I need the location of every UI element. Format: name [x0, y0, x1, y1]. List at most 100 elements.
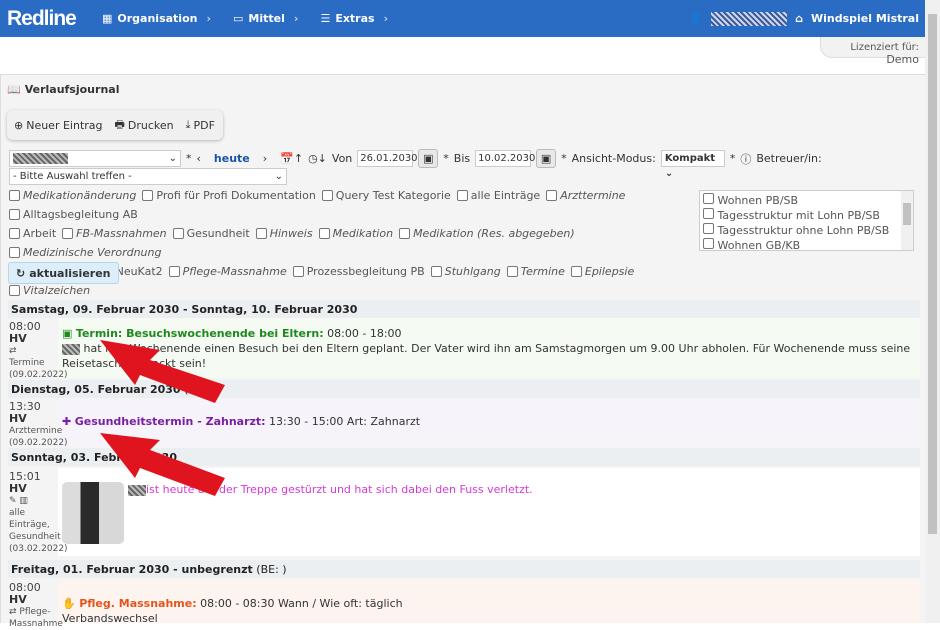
checkbox[interactable]	[318, 228, 330, 239]
category-checkbox[interactable]: Vitalzeichen	[9, 282, 90, 299]
category-checkbox[interactable]: Epilepsie	[570, 263, 634, 280]
refresh-icon: ↻	[16, 266, 26, 280]
page-title: 📖 Verlaufsjournal	[7, 83, 120, 96]
next-button[interactable]: ›	[263, 152, 267, 165]
category-checkbox[interactable]: Pflege-Massnahme	[168, 263, 287, 280]
plus-circle-icon: ⊕	[14, 118, 24, 132]
checkbox[interactable]	[570, 266, 582, 277]
new-entry-button[interactable]: ⊕ Neuer Eintrag	[14, 119, 103, 132]
user-icon: 👤	[689, 12, 704, 25]
checkbox[interactable]	[9, 247, 20, 258]
to-date-input[interactable]: 10.02.2030	[475, 150, 535, 167]
checkbox[interactable]	[9, 285, 20, 296]
day-header: Samstag, 09. Februar 2030 - Sonntag, 10.…	[8, 300, 920, 318]
building-icon: ▦	[102, 12, 113, 25]
pdf-button[interactable]: ⤓ PDF	[186, 118, 215, 132]
checkbox[interactable]	[172, 228, 184, 239]
group-option[interactable]: Tagesstruktur mit Lohn PB/SB	[703, 208, 910, 223]
checkbox[interactable]	[9, 190, 20, 201]
today-button[interactable]: heute	[214, 152, 250, 165]
checkbox[interactable]	[9, 228, 20, 239]
checkbox[interactable]	[9, 209, 20, 220]
checkbox[interactable]	[292, 266, 304, 277]
category-checkbox[interactable]: Arbeit	[9, 225, 56, 242]
checkbox[interactable]	[255, 228, 267, 239]
category-checkbox[interactable]: Alltagsbegleitung AB	[9, 206, 138, 223]
page-scrollbar[interactable]	[925, 0, 940, 623]
calendar-sort-icon[interactable]: 📅↑	[280, 152, 303, 165]
category-checkbox[interactable]: FB-Massnahmen	[62, 225, 167, 242]
journal-entry[interactable]: 13:30 HV Arzttermine (09.02.2022) ✚ Gesund…	[8, 398, 920, 448]
checkbox[interactable]	[62, 228, 74, 239]
injury-photo[interactable]	[62, 482, 124, 544]
calendar-icon: ▣	[423, 152, 434, 165]
nav-extras[interactable]: ☰ Extras ›	[320, 12, 388, 25]
redline-logo[interactable]: Redline	[7, 7, 102, 31]
category-checkbox[interactable]: Hinweis	[255, 225, 313, 242]
category-checkbox[interactable]: Prozessbegleitung PB	[292, 263, 425, 280]
from-label: Von	[331, 152, 353, 165]
journal-entry[interactable]: 08:00 HV ⇄ Pflege-Massnahme ✋ Pfleg. Mass…	[8, 579, 920, 629]
from-calendar-button[interactable]: ▣	[418, 149, 439, 168]
client-select[interactable]: ⌄	[9, 150, 181, 167]
chevron-right-icon: ›	[383, 12, 389, 25]
to-calendar-button[interactable]: ▣	[536, 149, 557, 168]
journal-entry[interactable]: 08:00 HV ⇄ Termine (09.02.2022) ▣ Termin: B…	[8, 318, 920, 380]
home-link[interactable]: Windspiel Mistral	[811, 12, 919, 25]
menu-icon: ☰	[320, 12, 331, 25]
medical-bag-icon: ✚	[62, 415, 72, 428]
top-navbar: Redline ▦ Organisation › ▭ Mittel › ☰ Extras ›…	[0, 0, 925, 37]
user-name-redacted[interactable]	[711, 11, 788, 26]
nav-label: Extras	[335, 12, 375, 25]
checkbox[interactable]	[506, 266, 518, 277]
nav-organisation[interactable]: ▦ Organisation ›	[102, 12, 211, 25]
from-date-input[interactable]: 26.01.2030	[357, 150, 418, 167]
category-checkbox[interactable]: Query Test Kategorie	[321, 187, 451, 204]
journal-icon: 📖	[7, 83, 21, 96]
checkbox[interactable]	[168, 266, 180, 277]
category-checkbox[interactable]: Stuhlgang	[430, 263, 501, 280]
prev-button[interactable]: ‹	[197, 152, 201, 165]
journal-entry[interactable]: 15:01 HV ✎ ▥ alle Einträge, Gesundheit (03.…	[8, 468, 920, 556]
checkbox[interactable]	[546, 190, 558, 201]
category-checkbox[interactable]: Gesundheit	[172, 225, 250, 242]
clock-sort-icon[interactable]: ◷↓	[308, 152, 327, 165]
day-header: Freitag, 01. Februar 2030 - unbegrenzt (…	[8, 560, 920, 578]
mode-select[interactable]: Kompakt ⌄	[660, 150, 725, 179]
edit-icon[interactable]: ✎	[9, 496, 17, 506]
day-header: Dienstag, 05. Februar 2030 (BE: )	[8, 380, 920, 398]
category-checkbox[interactable]: Profi für Profi Dokumentation	[142, 187, 316, 204]
to-label: Bis	[453, 152, 471, 165]
mode-label: Ansicht-Modus:	[571, 152, 656, 165]
category-checkbox[interactable]: Medizinische Verordnung	[9, 244, 161, 261]
checkbox[interactable]	[399, 228, 411, 239]
group-option[interactable]: Wohnen GB/KB	[703, 238, 910, 250]
download-icon: ⤓	[185, 118, 191, 131]
category-checkbox[interactable]: Arzttermine	[546, 187, 625, 204]
day-header: Sonntag, 03. Februar 2030	[8, 448, 920, 466]
checkbox[interactable]	[321, 190, 333, 201]
calendar-icon: ▣	[62, 327, 73, 340]
selection-select[interactable]: - Bitte Auswahl treffen - ⌄	[9, 168, 287, 185]
license-value: Demo	[886, 53, 919, 66]
group-listbox[interactable]: Wohnen PB/SB Tagesstruktur mit Lohn PB/S…	[699, 190, 914, 251]
refresh-button[interactable]: ↻ aktualisieren	[8, 262, 119, 284]
checkbox[interactable]	[430, 266, 442, 277]
group-option[interactable]: Tagesstruktur ohne Lohn PB/SB	[703, 223, 910, 238]
category-checkbox[interactable]: alle Einträge	[456, 187, 540, 204]
chart-icon[interactable]: ▥	[19, 496, 28, 506]
category-checkbox[interactable]: Termine	[506, 263, 565, 280]
help-icon[interactable]: ⓘ	[740, 151, 751, 167]
category-checkbox[interactable]: Medikation (Res. abgegeben)	[399, 225, 575, 242]
checkbox[interactable]	[456, 190, 468, 201]
category-checkbox[interactable]: Medikationänderung	[9, 187, 136, 204]
category-checkbox[interactable]: Medikation	[318, 225, 393, 242]
nav-label: Organisation	[117, 12, 198, 25]
chevron-right-icon: ›	[293, 12, 299, 25]
checkbox[interactable]	[142, 190, 154, 201]
nav-mittel[interactable]: ▭ Mittel ›	[233, 12, 298, 25]
group-option[interactable]: Wohnen PB/SB	[703, 193, 910, 208]
license-label: Lizenziert für:	[850, 42, 919, 53]
print-button[interactable]: 🖶 Drucken	[115, 116, 174, 135]
nav-label: Mittel	[248, 12, 285, 25]
